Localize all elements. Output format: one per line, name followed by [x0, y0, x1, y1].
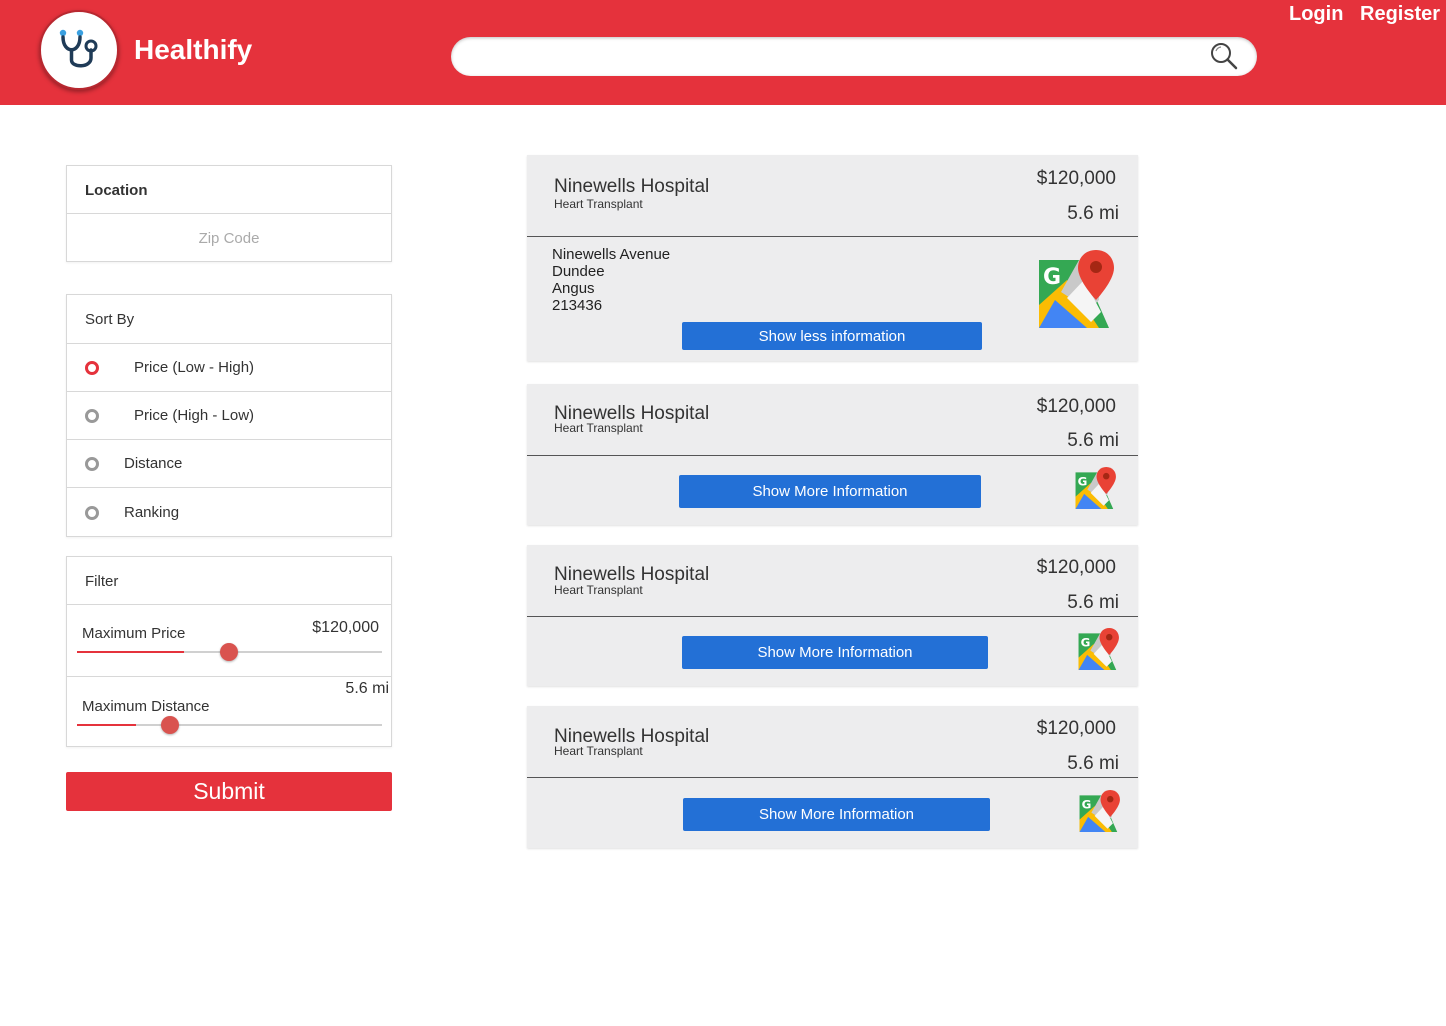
price-value: $120,000 — [1036, 557, 1116, 578]
max-price-slider-track[interactable] — [77, 643, 382, 661]
zip-code-row — [67, 214, 391, 262]
result-card: Ninewells Hospital Heart Transplant $120… — [527, 706, 1138, 848]
filter-title: Filter — [67, 557, 391, 605]
logo[interactable] — [39, 10, 119, 90]
search-input[interactable] — [471, 43, 1191, 70]
max-price-slider-fill — [77, 651, 184, 653]
sort-option-label: Distance — [124, 455, 183, 472]
zip-code-input[interactable] — [67, 214, 391, 262]
hospital-address: Ninewells Avenue Dundee Angus 213436 — [552, 246, 670, 314]
max-distance-value: 5.6 mi — [345, 680, 389, 697]
header-bar: Healthify Login Register — [0, 0, 1446, 105]
price-value: $120,000 — [1036, 396, 1116, 417]
location-panel: Location — [66, 165, 392, 262]
procedure-name: Heart Transplant — [554, 421, 643, 435]
result-card-details: Ninewells Avenue Dundee Angus 213436 Sho… — [527, 237, 1138, 361]
search-bar[interactable] — [451, 37, 1257, 76]
result-card-header: Ninewells Hospital Heart Transplant $120… — [527, 155, 1138, 237]
hospital-name[interactable]: Ninewells Hospital — [554, 176, 709, 198]
procedure-name: Heart Transplant — [554, 744, 643, 758]
search-icon[interactable] — [1209, 41, 1239, 71]
max-price-value: $120,000 — [312, 619, 379, 636]
result-card-details: Show More Information G — [527, 617, 1138, 685]
result-card-header: Ninewells Hospital Heart Transplant $120… — [527, 545, 1138, 617]
sort-option-ranking[interactable]: Ranking — [67, 488, 391, 536]
show-more-button[interactable]: Show More Information — [682, 636, 988, 669]
google-maps-icon[interactable]: G — [1078, 628, 1120, 670]
result-card-header: Ninewells Hospital Heart Transplant $120… — [527, 384, 1138, 456]
max-distance-slider-thumb[interactable] — [161, 716, 179, 734]
filter-panel: Filter Maximum Price $120,000 Maximum Di… — [66, 556, 392, 747]
radio-unselected[interactable] — [85, 409, 99, 423]
address-line: 213436 — [552, 297, 603, 314]
distance-value: 5.6 mi — [1067, 592, 1119, 613]
distance-value: 5.6 mi — [1067, 430, 1119, 451]
radio-unselected[interactable] — [85, 506, 99, 520]
login-link[interactable]: Login — [1289, 3, 1343, 26]
sort-option-price-high-low[interactable]: Price (High - Low) — [67, 392, 391, 440]
price-value: $120,000 — [1036, 168, 1116, 189]
max-price-slider-thumb[interactable] — [220, 643, 238, 661]
sort-option-label: Ranking — [124, 504, 180, 521]
show-more-button[interactable]: Show More Information — [683, 798, 990, 831]
svg-text:G: G — [1082, 797, 1092, 811]
result-card: Ninewells Hospital Heart Transplant $120… — [527, 384, 1138, 525]
address-line: Angus — [552, 280, 595, 297]
svg-text:G: G — [1081, 635, 1091, 649]
radio-unselected[interactable] — [85, 457, 99, 471]
show-more-button[interactable]: Show More Information — [679, 475, 981, 508]
svg-text:G: G — [1078, 474, 1088, 488]
address-line: Ninewells Avenue — [552, 246, 671, 263]
distance-value: 5.6 mi — [1067, 753, 1119, 774]
procedure-name: Heart Transplant — [554, 583, 643, 597]
max-distance-label: Maximum Distance — [82, 698, 210, 715]
radio-selected[interactable] — [85, 361, 99, 375]
sort-option-label: Price (Low - High) — [134, 359, 255, 376]
address-line: Dundee — [552, 263, 605, 280]
max-price-label: Maximum Price — [82, 625, 186, 642]
sort-panel: Sort By Price (Low - High) Price (High -… — [66, 294, 392, 537]
location-title: Location — [67, 166, 391, 214]
google-maps-icon[interactable]: G — [1075, 467, 1117, 509]
register-link[interactable]: Register — [1360, 3, 1440, 26]
svg-text:G: G — [1043, 265, 1061, 290]
distance-value: 5.6 mi — [1067, 203, 1119, 224]
result-card-header: Ninewells Hospital Heart Transplant $120… — [527, 706, 1138, 778]
max-distance-slider-fill — [77, 724, 136, 726]
result-card: Ninewells Hospital Heart Transplant $120… — [527, 545, 1138, 686]
submit-button[interactable]: Submit — [66, 772, 392, 811]
max-distance-slider-row: Maximum Distance 5.6 mi — [67, 677, 391, 749]
result-card-details: Show More Information G — [527, 456, 1138, 524]
sort-option-price-low-high[interactable]: Price (Low - High) — [67, 344, 391, 392]
sort-option-label: Price (High - Low) — [134, 407, 255, 424]
max-price-slider-row: Maximum Price $120,000 — [67, 605, 391, 677]
show-less-button[interactable]: Show less information — [682, 322, 982, 350]
price-value: $120,000 — [1036, 718, 1116, 739]
google-maps-icon[interactable]: G — [1039, 250, 1115, 328]
max-distance-slider-track[interactable] — [77, 716, 382, 734]
sort-title: Sort By — [67, 295, 391, 344]
result-card: Ninewells Hospital Heart Transplant $120… — [527, 155, 1138, 361]
result-card-details: Show More Information G — [527, 778, 1138, 847]
stethoscope-icon — [59, 29, 98, 68]
procedure-name: Heart Transplant — [554, 197, 643, 211]
google-maps-icon[interactable]: G — [1079, 790, 1121, 832]
sort-option-distance[interactable]: Distance — [67, 440, 391, 488]
brand-name: Healthify — [134, 34, 253, 65]
